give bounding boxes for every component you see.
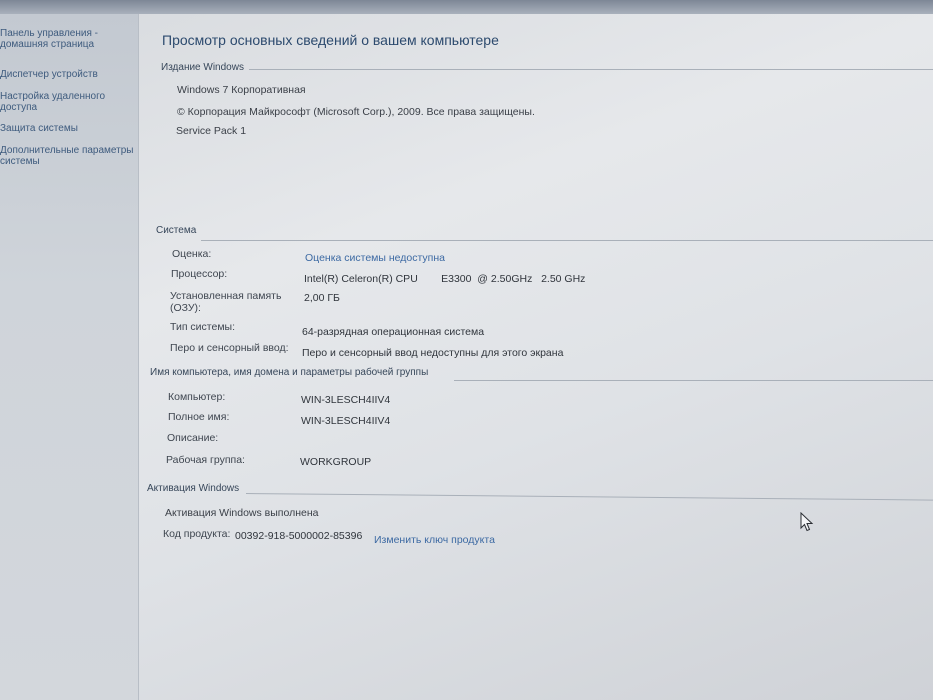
section-divider xyxy=(249,69,933,70)
section-divider xyxy=(201,240,933,241)
screen: Панель управления - домашняя страница Ди… xyxy=(0,0,933,700)
window-title-bar xyxy=(0,0,933,14)
section-system: Система xyxy=(139,225,933,241)
system-type-value: 64-разрядная операционная система xyxy=(302,326,485,338)
label-rating: Оценка: xyxy=(172,248,212,260)
service-pack: Service Pack 1 xyxy=(176,125,247,137)
computer-name-value: WIN-3LESCH4IIV4 xyxy=(301,394,391,406)
processor-value: Intel(R) Celeron(R) CPU E3300 @ 2.50GHz … xyxy=(304,273,586,285)
label-processor: Процессор: xyxy=(171,268,228,280)
section-windows-edition: Издание Windows xyxy=(139,62,933,76)
sidebar-item-device-manager[interactable]: Диспетчер устройств xyxy=(0,69,134,80)
section-computer-name: Имя компьютера, имя домена и параметры р… xyxy=(139,367,933,381)
workgroup-value: WORKGROUP xyxy=(300,456,372,468)
sidebar-item-advanced-settings[interactable]: Дополнительные параметры системы xyxy=(0,145,134,167)
product-key-value: 00392-918-5000002-85396 xyxy=(235,530,363,542)
label-product-key: Код продукта: xyxy=(163,528,231,540)
activation-status: Активация Windows выполнена xyxy=(165,507,319,519)
section-header-system: Система xyxy=(156,225,197,236)
section-divider xyxy=(454,380,933,381)
sidebar-item-control-panel-home[interactable]: Панель управления - домашняя страница xyxy=(0,28,134,50)
section-header-activation: Активация Windows xyxy=(147,483,240,494)
change-product-key-link[interactable]: Изменить ключ продукта xyxy=(374,534,495,546)
windows-edition-name: Windows 7 Корпоративная xyxy=(177,84,306,96)
sidebar-item-remote-settings[interactable]: Настройка удаленного доступа xyxy=(0,91,134,113)
label-system-type: Тип системы: xyxy=(170,321,235,333)
section-activation: Активация Windows xyxy=(139,483,933,501)
memory-value: 2,00 ГБ xyxy=(304,292,340,304)
sidebar: Панель управления - домашняя страница Ди… xyxy=(0,14,139,700)
label-workgroup: Рабочая группа: xyxy=(166,454,245,466)
main-content: Просмотр основных сведений о вашем компь… xyxy=(139,14,933,700)
label-computer: Компьютер: xyxy=(168,391,226,403)
label-pen-touch: Перо и сенсорный ввод: xyxy=(170,342,289,354)
label-installed-memory: Установленная память (ОЗУ): xyxy=(170,290,282,314)
label-description: Описание: xyxy=(167,432,219,444)
section-divider xyxy=(245,493,933,501)
full-name-value: WIN-3LESCH4IIV4 xyxy=(301,415,391,427)
mouse-cursor-icon xyxy=(800,512,814,532)
rating-link[interactable]: Оценка системы недоступна xyxy=(305,252,445,264)
section-header-computer-name: Имя компьютера, имя домена и параметры р… xyxy=(150,367,429,378)
windows-copyright: © Корпорация Майкрософт (Microsoft Corp.… xyxy=(177,106,535,118)
label-full-name: Полное имя: xyxy=(168,411,230,423)
sidebar-item-system-protection[interactable]: Защита системы xyxy=(0,123,134,134)
pen-touch-value: Перо и сенсорный ввод недоступны для это… xyxy=(302,347,564,359)
page-title: Просмотр основных сведений о вашем компь… xyxy=(162,32,499,48)
section-header-edition: Издание Windows xyxy=(161,62,244,73)
